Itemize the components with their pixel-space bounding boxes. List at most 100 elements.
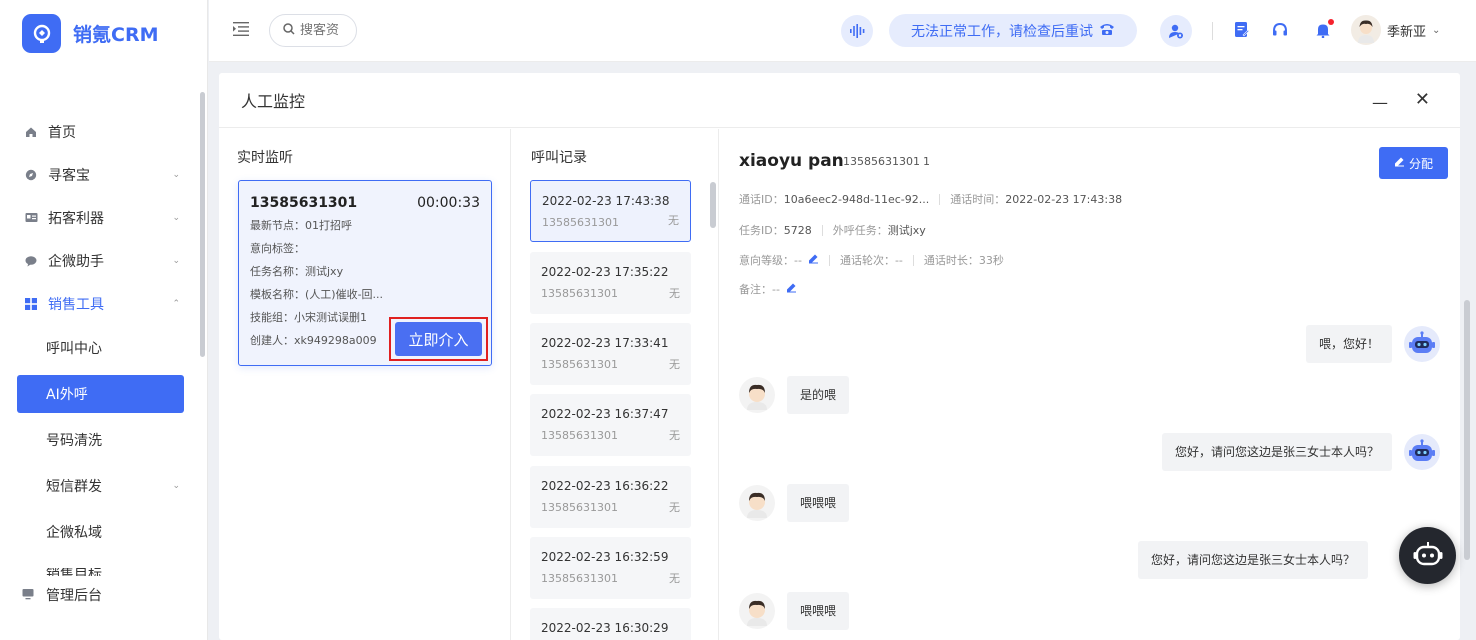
page-scrollbar[interactable]	[1464, 300, 1470, 560]
divider	[1212, 22, 1213, 40]
live-field-node: 最新节点：01打招呼	[250, 219, 352, 232]
sidebar-item-label: 企微助手	[48, 253, 104, 270]
chat-bubble: 喂，您好！	[1305, 325, 1392, 363]
divider	[912, 254, 914, 266]
voice-wave-icon[interactable]	[841, 15, 873, 47]
id-card-icon	[24, 211, 38, 225]
user-avatar-icon	[739, 593, 775, 629]
meta-row-call: 通话ID： 10a6eec2-948d-11ec-92... 通话时间： 202…	[739, 191, 1122, 207]
close-icon[interactable]: ✕	[1415, 89, 1430, 110]
headset-icon[interactable]	[1271, 21, 1289, 39]
minimize-icon[interactable]: —	[1372, 93, 1388, 112]
sidebar-item-wecom-assistant[interactable]: 企微助手 ⌄	[0, 239, 200, 282]
call-time-value: 2022-02-23 17:43:38	[1005, 192, 1123, 206]
divider	[939, 193, 941, 205]
rounds-value: --	[894, 253, 903, 267]
edit-icon[interactable]	[808, 253, 819, 267]
meta-label: 任务ID：	[739, 224, 784, 237]
call-record-item[interactable]: 2022-02-23 16:32:59 13585631301 无	[530, 537, 691, 599]
chat-message-bot: 您好，请问您这边是张三女士本人吗？	[1137, 541, 1368, 579]
task-name-value: 测试jxy	[887, 224, 926, 237]
record-flag: 无	[668, 214, 679, 227]
meta-row-note: 备注： --	[739, 281, 797, 297]
call-record-item[interactable]: 2022-02-23 16:36:22 13585631301 无	[530, 466, 691, 528]
chevron-down-icon: ⌄	[172, 481, 180, 491]
sidebar-item-sales-tools[interactable]: 销售工具 ⌃	[0, 282, 200, 325]
panel-title: 人工监控	[241, 92, 306, 111]
sidebar-item-label: 寻客宝	[48, 167, 90, 184]
sidebar-nav: 首页 寻客宝 ⌄ 拓客利器 ⌄ 企微助手 ⌄ 销售工具 ⌃ 呼叫中心 AI外呼 …	[0, 110, 200, 555]
record-time: 2022-02-23 16:36:22	[541, 479, 669, 493]
record-flag: 无	[669, 572, 680, 585]
logo-text: 销氪CRM	[73, 24, 159, 46]
user-menu[interactable]: 季新亚 ⌄	[1351, 15, 1440, 45]
call-record-item[interactable]: 2022-02-23 16:30:29	[530, 608, 691, 640]
customer-phone: 13585631301	[843, 155, 920, 168]
record-time: 2022-02-23 16:37:47	[541, 407, 669, 421]
chat-message-user: 是的喂	[739, 376, 850, 414]
records-scrollbar[interactable]	[710, 182, 716, 228]
search-input[interactable]	[300, 23, 348, 38]
sidebar-item-lead-finder[interactable]: 寻客宝 ⌄	[0, 153, 200, 196]
sidebar-subitem-ai-outbound[interactable]: AI外呼	[17, 375, 184, 413]
chat-message-user: 喂喂喂	[739, 484, 850, 522]
note-value: --	[772, 282, 780, 296]
agent-status-icon[interactable]	[1160, 15, 1192, 47]
edit-icon[interactable]	[786, 282, 797, 296]
assign-button[interactable]: 分配	[1379, 147, 1448, 179]
record-flag: 无	[669, 501, 680, 514]
record-flag: 无	[669, 287, 680, 300]
sidebar-item-prospecting[interactable]: 拓客利器 ⌄	[0, 196, 200, 239]
status-text: 无法正常工作，请检查后重试	[911, 23, 1093, 40]
sidebar-scrollbar[interactable]	[200, 92, 205, 357]
intervene-button[interactable]: 立即介入	[395, 322, 482, 356]
record-phone: 13585631301	[541, 572, 618, 585]
chat-bubble: 喂喂喂	[787, 592, 850, 630]
call-record-item[interactable]: 2022-02-23 16:37:47 13585631301 无	[530, 394, 691, 456]
robot-avatar-icon	[1404, 326, 1440, 362]
monitor-icon	[22, 588, 34, 603]
chat-message-bot: 您好，请问您这边是张三女士本人吗？	[1161, 433, 1440, 471]
logo-icon	[22, 14, 61, 53]
live-field-creator: 创建人：xk949298a009	[250, 334, 377, 347]
customer-name: xiaoyu pan	[739, 151, 844, 171]
sidebar-item-admin[interactable]: 管理后台	[22, 585, 102, 605]
chat-bubble: 喂喂喂	[787, 484, 850, 522]
call-record-item[interactable]: 2022-02-23 17:43:38 13585631301 无	[530, 180, 691, 242]
home-icon	[24, 125, 38, 139]
call-records-column: 呼叫记录 2022-02-23 17:43:38 13585631301 无 2…	[511, 129, 719, 640]
panel-header: 人工监控 — ✕	[219, 73, 1460, 128]
meta-label: 意向等级：	[739, 254, 794, 267]
meta-row-intent: 意向等级： -- 通话轮次： -- 通话时长： 33秒	[739, 252, 1004, 268]
meta-label: 通话ID：	[739, 193, 784, 206]
live-call-card[interactable]: 13585631301 00:00:33 最新节点：01打招呼 意向标签： 任务…	[238, 180, 492, 366]
divider	[828, 254, 830, 266]
sidebar-subitem-sms-broadcast[interactable]: 短信群发	[0, 463, 102, 509]
chat-icon	[24, 254, 38, 268]
menu-collapse-icon[interactable]	[233, 22, 249, 38]
meta-label: 通话时长：	[923, 254, 979, 267]
record-time: 2022-02-23 16:32:59	[541, 550, 669, 564]
live-field-skill-group: 技能组：小宋测试误删1	[250, 311, 367, 324]
call-record-item[interactable]: 2022-02-23 17:33:41 13585631301 无	[530, 323, 691, 385]
sidebar-item-home[interactable]: 首页	[0, 110, 200, 153]
logo[interactable]: 销氪CRM	[22, 14, 158, 53]
record-time: 2022-02-23 16:30:29	[541, 621, 669, 635]
call-record-item[interactable]: 2022-02-23 17:35:22 13585631301 无	[530, 252, 691, 314]
monitor-panel: 人工监控 — ✕ 实时监听 13585631301 00:00:33 最新节点：…	[219, 73, 1460, 640]
sidebar-subitem-number-cleaning[interactable]: 号码清洗	[0, 417, 102, 463]
sidebar-subitem-sales-target[interactable]: 销售目标	[46, 568, 102, 576]
notes-icon[interactable]	[1233, 21, 1251, 39]
meta-label: 外呼任务：	[832, 224, 888, 237]
compass-icon	[24, 168, 38, 182]
record-time: 2022-02-23 17:33:41	[541, 336, 669, 350]
assistant-bot-button[interactable]	[1399, 527, 1456, 584]
softphone-status-badge[interactable]: 无法正常工作，请检查后重试	[889, 14, 1137, 47]
sidebar-subitem-call-center[interactable]: 呼叫中心	[0, 325, 102, 371]
sidebar-item-label: 管理后台	[46, 588, 102, 604]
search-icon	[283, 22, 295, 39]
search-box[interactable]	[269, 14, 357, 47]
user-avatar-icon	[739, 485, 775, 521]
bell-icon[interactable]	[1314, 19, 1334, 39]
sidebar-subitem-wecom-private[interactable]: 企微私域	[0, 509, 102, 555]
